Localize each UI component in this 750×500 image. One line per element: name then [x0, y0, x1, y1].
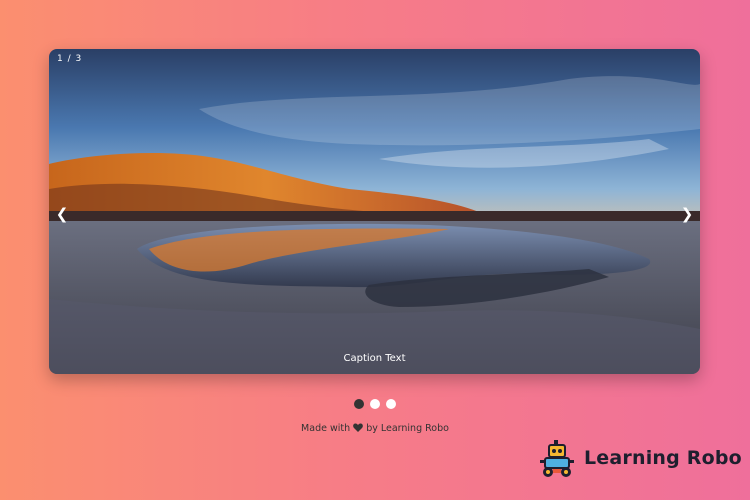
- slide-dot-2[interactable]: [370, 399, 380, 409]
- chevron-left-icon: ❮: [55, 205, 69, 223]
- next-slide-button[interactable]: ❯: [674, 199, 700, 229]
- brand-logo: Learning Robo: [537, 438, 742, 478]
- prev-slide-button[interactable]: ❮: [49, 199, 75, 229]
- footer-by-text: by Learning Robo: [366, 423, 449, 434]
- slide-dot-3[interactable]: [386, 399, 396, 409]
- slideshow-container: 1 / 3 ❮ ❯ Caption Text: [49, 49, 700, 374]
- robot-icon: [540, 440, 574, 477]
- slide-counter: 1 / 3: [57, 54, 83, 64]
- footer-credit: Made with by Learning Robo: [0, 423, 750, 434]
- heart-icon: [353, 423, 363, 432]
- slide-caption: Caption Text: [343, 353, 406, 364]
- chevron-right-icon: ❯: [680, 205, 694, 223]
- slide-dot-1[interactable]: [354, 399, 364, 409]
- slide-image: [49, 49, 700, 374]
- slide-dots: [0, 399, 750, 409]
- brand-name: Learning Robo: [584, 447, 742, 469]
- footer-made-with: Made with: [301, 423, 351, 434]
